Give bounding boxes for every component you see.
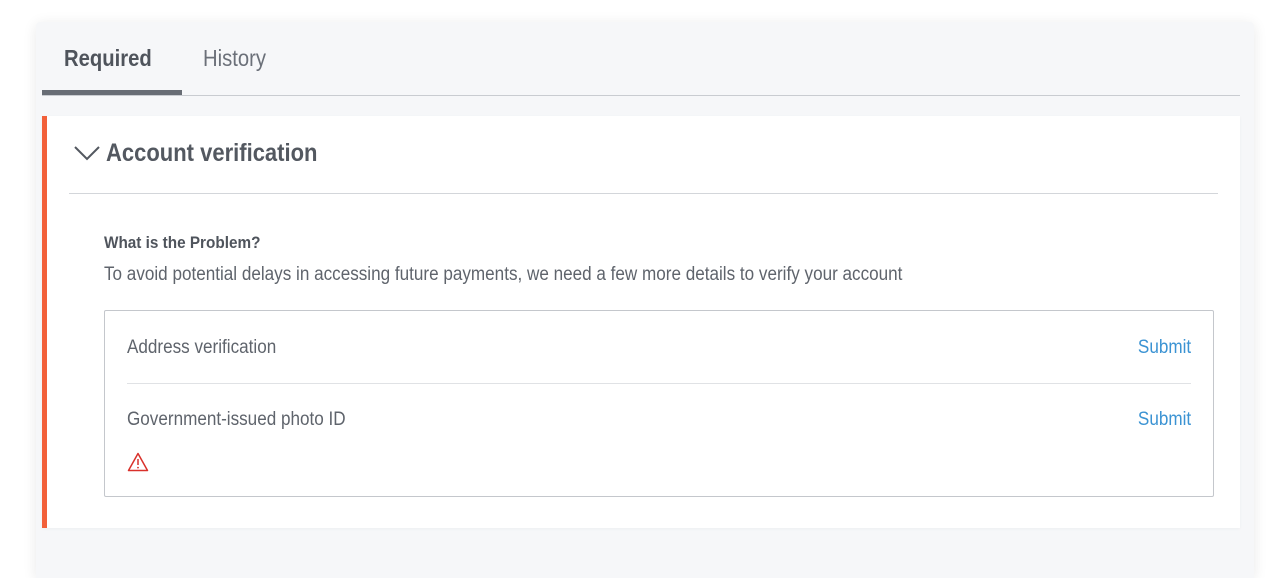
tab-history[interactable]: History [203,45,266,72]
card-header-toggle[interactable]: Account verification [74,137,346,169]
requirement-label: Government-issued photo ID [127,409,346,430]
chevron-down-icon [74,146,100,161]
problem-title: What is the Problem? [104,233,261,252]
submit-photo-id-link[interactable]: Submit [1138,409,1191,431]
verification-panel: Required History Account verification Wh… [36,22,1254,578]
problem-description: To avoid potential delays in accessing f… [104,264,903,285]
requirement-row: Address verification Submit [127,311,1191,384]
requirement-label: Address verification [127,337,277,358]
submit-address-link[interactable]: Submit [1138,337,1191,359]
card-divider [69,193,1218,194]
requirement-row: Government-issued photo ID Submit [127,384,1191,496]
tab-required[interactable]: Required [64,45,152,72]
account-verification-card: Account verification What is the Problem… [42,116,1240,528]
tab-bar: Required History [42,22,1240,96]
requirements-list: Address verification Submit Government-i… [104,310,1214,497]
warning-triangle-icon [127,452,149,472]
card-title: Account verification [106,138,318,167]
active-tab-indicator [42,90,182,95]
